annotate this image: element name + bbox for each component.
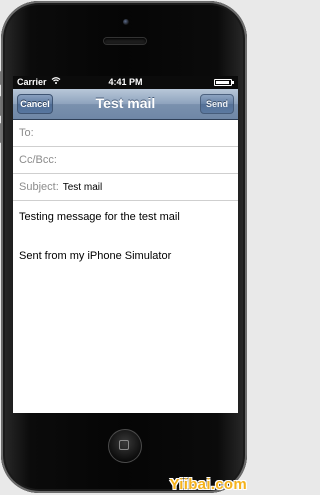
to-label: To:: [19, 127, 34, 139]
home-button[interactable]: [108, 429, 142, 463]
subject-label: Subject:: [19, 181, 59, 193]
send-button[interactable]: Send: [200, 94, 234, 114]
subject-input[interactable]: Test mail: [63, 182, 102, 193]
volume-up-button: [0, 96, 1, 116]
cc-bcc-label: Cc/Bcc:: [19, 154, 57, 166]
status-bar: Carrier 4:41 PM: [13, 76, 238, 89]
signature-text: Sent from my iPhone Simulator: [19, 250, 172, 262]
status-time: 4:41 PM: [108, 77, 143, 87]
screen: Carrier 4:41 PM Cancel Test mail Send To…: [13, 76, 238, 413]
home-square-icon: [119, 440, 129, 450]
cc-bcc-field[interactable]: Cc/Bcc:: [13, 147, 238, 174]
navigation-bar: Cancel Test mail Send: [13, 89, 238, 120]
message-text: Testing message for the test mail: [19, 211, 180, 223]
iphone-device: Carrier 4:41 PM Cancel Test mail Send To…: [0, 1, 247, 493]
message-body[interactable]: Testing message for the test mail Sent f…: [13, 201, 238, 274]
watermark-logo: Yiibai.com: [169, 476, 247, 493]
earpiece-speaker: [104, 38, 146, 44]
mute-switch: [0, 71, 1, 85]
front-camera: [123, 19, 129, 25]
volume-down-button: [0, 123, 1, 143]
mail-title: Test mail: [95, 95, 156, 111]
subject-field[interactable]: Subject: Test mail: [13, 174, 238, 201]
cancel-button[interactable]: Cancel: [17, 94, 53, 114]
battery-icon: [214, 79, 234, 86]
to-field[interactable]: To:: [13, 120, 238, 147]
battery-level: [216, 81, 229, 84]
